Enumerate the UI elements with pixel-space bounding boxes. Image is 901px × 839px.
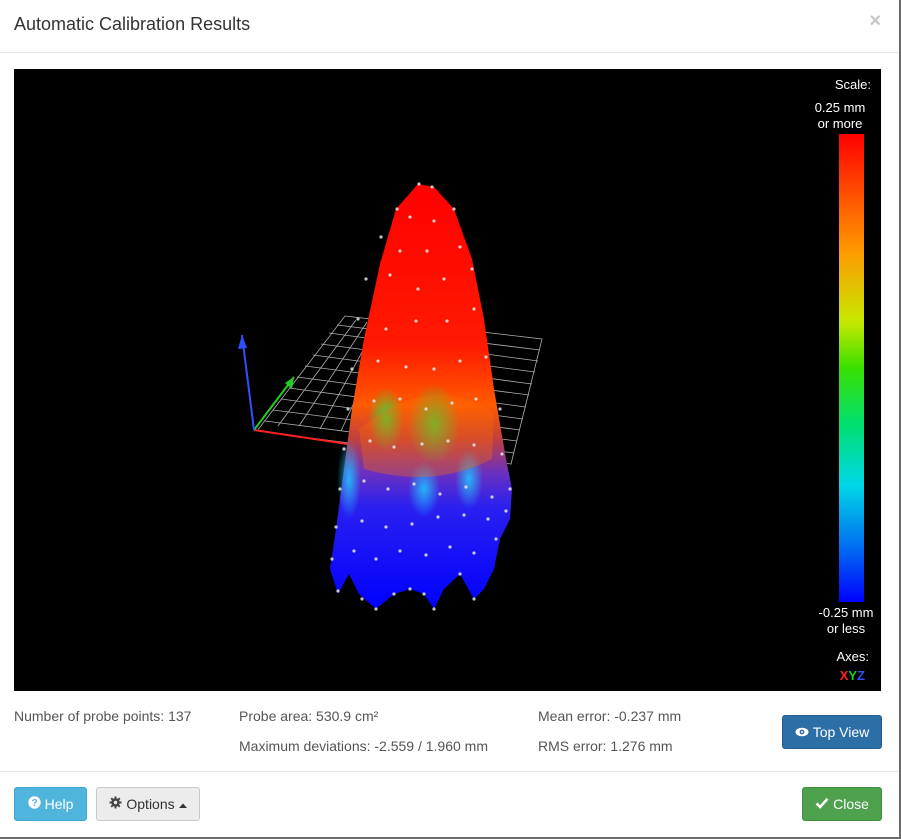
scale-min-value: -0.25 mm [818, 605, 874, 620]
close-label: Close [833, 796, 869, 812]
close-icon[interactable]: × [869, 10, 881, 33]
dialog-header: Automatic Calibration Results × [0, 0, 899, 53]
svg-text:?: ? [31, 798, 37, 809]
scale-title: Scale: [834, 77, 871, 92]
help-label: Help [44, 796, 74, 812]
color-scale-bar [839, 134, 864, 602]
footer-divider [0, 771, 899, 772]
axis-z-label: Z [857, 668, 865, 683]
dialog-title: Automatic Calibration Results [14, 14, 251, 34]
scale-min-suffix: or less [826, 621, 866, 636]
axes-gizmo [238, 334, 355, 446]
options-button[interactable]: Options [96, 787, 200, 821]
calibration-3d-viewer[interactable]: Scale: 0.25 mm or more -0.25 mm or less … [14, 69, 881, 691]
scale-max-label: 0.25 mm or more [805, 100, 875, 132]
scale-min-label: -0.25 mm or less [811, 605, 881, 637]
deviation-surface [330, 184, 512, 609]
check-icon [815, 797, 829, 812]
max-deviations-stat: Maximum deviations: -2.559 / 1.960 mm [239, 738, 488, 754]
eye-icon [795, 725, 809, 740]
rms-error-stat: RMS error: 1.276 mm [538, 738, 673, 754]
help-button[interactable]: ? Help [14, 787, 87, 821]
top-view-button[interactable]: Top View [782, 715, 882, 749]
axis-y-label: Y [848, 668, 858, 683]
close-button[interactable]: Close [802, 787, 882, 821]
probe-points-stat: Number of probe points: 137 [14, 708, 192, 724]
axes-legend: XYZ [840, 668, 865, 683]
caret-up-icon [178, 796, 187, 812]
gear-icon [109, 796, 122, 812]
calibration-results-dialog: Automatic Calibration Results × Scale: 0… [0, 0, 901, 839]
mean-error-stat: Mean error: -0.237 mm [538, 708, 682, 724]
options-label: Options [126, 796, 175, 812]
probe-area-stat: Probe area: 530.9 cm² [239, 708, 379, 724]
axes-legend-title: Axes: [836, 649, 869, 664]
question-circle-icon: ? [27, 796, 41, 812]
scale-max-suffix: or more [817, 116, 863, 131]
scale-max-value: 0.25 mm [814, 100, 866, 115]
top-view-label: Top View [812, 724, 870, 740]
bed-mesh-render[interactable] [14, 69, 881, 691]
